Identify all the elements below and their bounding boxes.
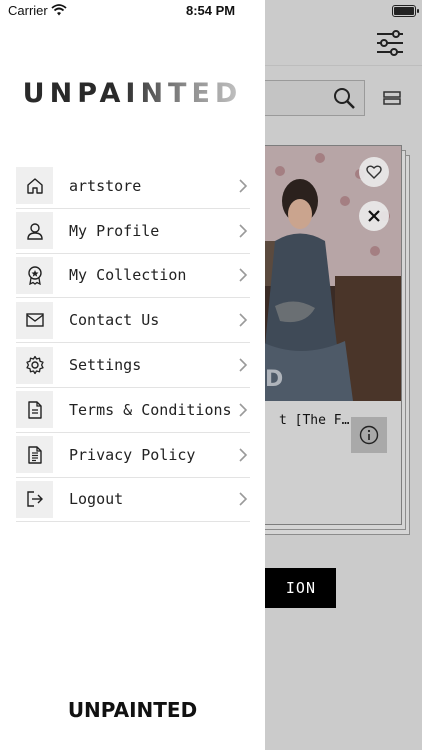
chevron-right-icon [239, 448, 248, 462]
favorite-button[interactable] [359, 157, 389, 187]
info-icon [359, 425, 379, 445]
artwork-watermark: D [265, 367, 284, 392]
list-view-icon[interactable] [382, 90, 402, 106]
chevron-right-icon [239, 358, 248, 372]
chevron-right-icon [239, 224, 248, 238]
menu-item-label: Settings [69, 356, 142, 375]
menu-item-label: Privacy Policy [69, 445, 196, 464]
home-icon [16, 167, 53, 205]
footer-logo: UNPAINTED [67, 698, 198, 722]
menu-item-my-profile[interactable]: My Profile [16, 209, 250, 254]
menu-item-terms[interactable]: Terms & Conditions [16, 388, 250, 433]
chevron-right-icon [239, 403, 248, 417]
brand-logo: UNPAINTED [0, 78, 265, 109]
menu-item-label: artstore [69, 176, 142, 195]
close-icon [368, 210, 380, 222]
filter-sliders-icon[interactable] [374, 28, 406, 58]
battery-icon [392, 5, 416, 17]
chevron-right-icon [239, 268, 248, 283]
info-button[interactable] [351, 417, 387, 453]
policy-icon [16, 436, 53, 474]
chevron-right-icon [239, 492, 248, 507]
status-time: 8:54 PM [186, 3, 236, 18]
chevron-right-icon [239, 313, 248, 327]
menu-item-contact-us[interactable]: Contact Us [16, 298, 250, 344]
mail-icon [16, 301, 53, 339]
menu-item-my-collection[interactable]: My Collection [16, 254, 250, 299]
drawer-menu: artstore My Profile My Collection Contac… [16, 164, 250, 523]
chevron-right-icon [239, 179, 248, 193]
document-icon [16, 391, 53, 429]
menu-item-label: My Profile [69, 221, 160, 240]
menu-item-label: Logout [69, 490, 124, 509]
menu-item-label: My Collection [69, 266, 187, 285]
logout-icon [16, 480, 53, 518]
battery-tip [417, 9, 419, 13]
carrier-label: Carrier [8, 3, 48, 18]
menu-item-label: Terms & Conditions [69, 400, 232, 419]
wifi-icon [51, 4, 67, 16]
menu-item-privacy-policy[interactable]: Privacy Policy [16, 433, 250, 478]
side-drawer: Carrier 8:54 PM UNPAINTED artstore My Pr… [0, 0, 265, 750]
menu-item-settings[interactable]: Settings [16, 343, 250, 388]
menu-item-label: Contact Us [69, 311, 160, 330]
menu-item-artstore[interactable]: artstore [16, 164, 250, 209]
artwork-title: t [The F… [279, 413, 349, 428]
gear-icon [16, 346, 53, 384]
menu-item-logout[interactable]: Logout [16, 478, 250, 523]
award-icon [16, 256, 53, 294]
search-icon[interactable] [332, 86, 356, 110]
heart-icon [366, 165, 382, 179]
dismiss-button[interactable] [359, 201, 389, 231]
user-icon [16, 212, 53, 250]
